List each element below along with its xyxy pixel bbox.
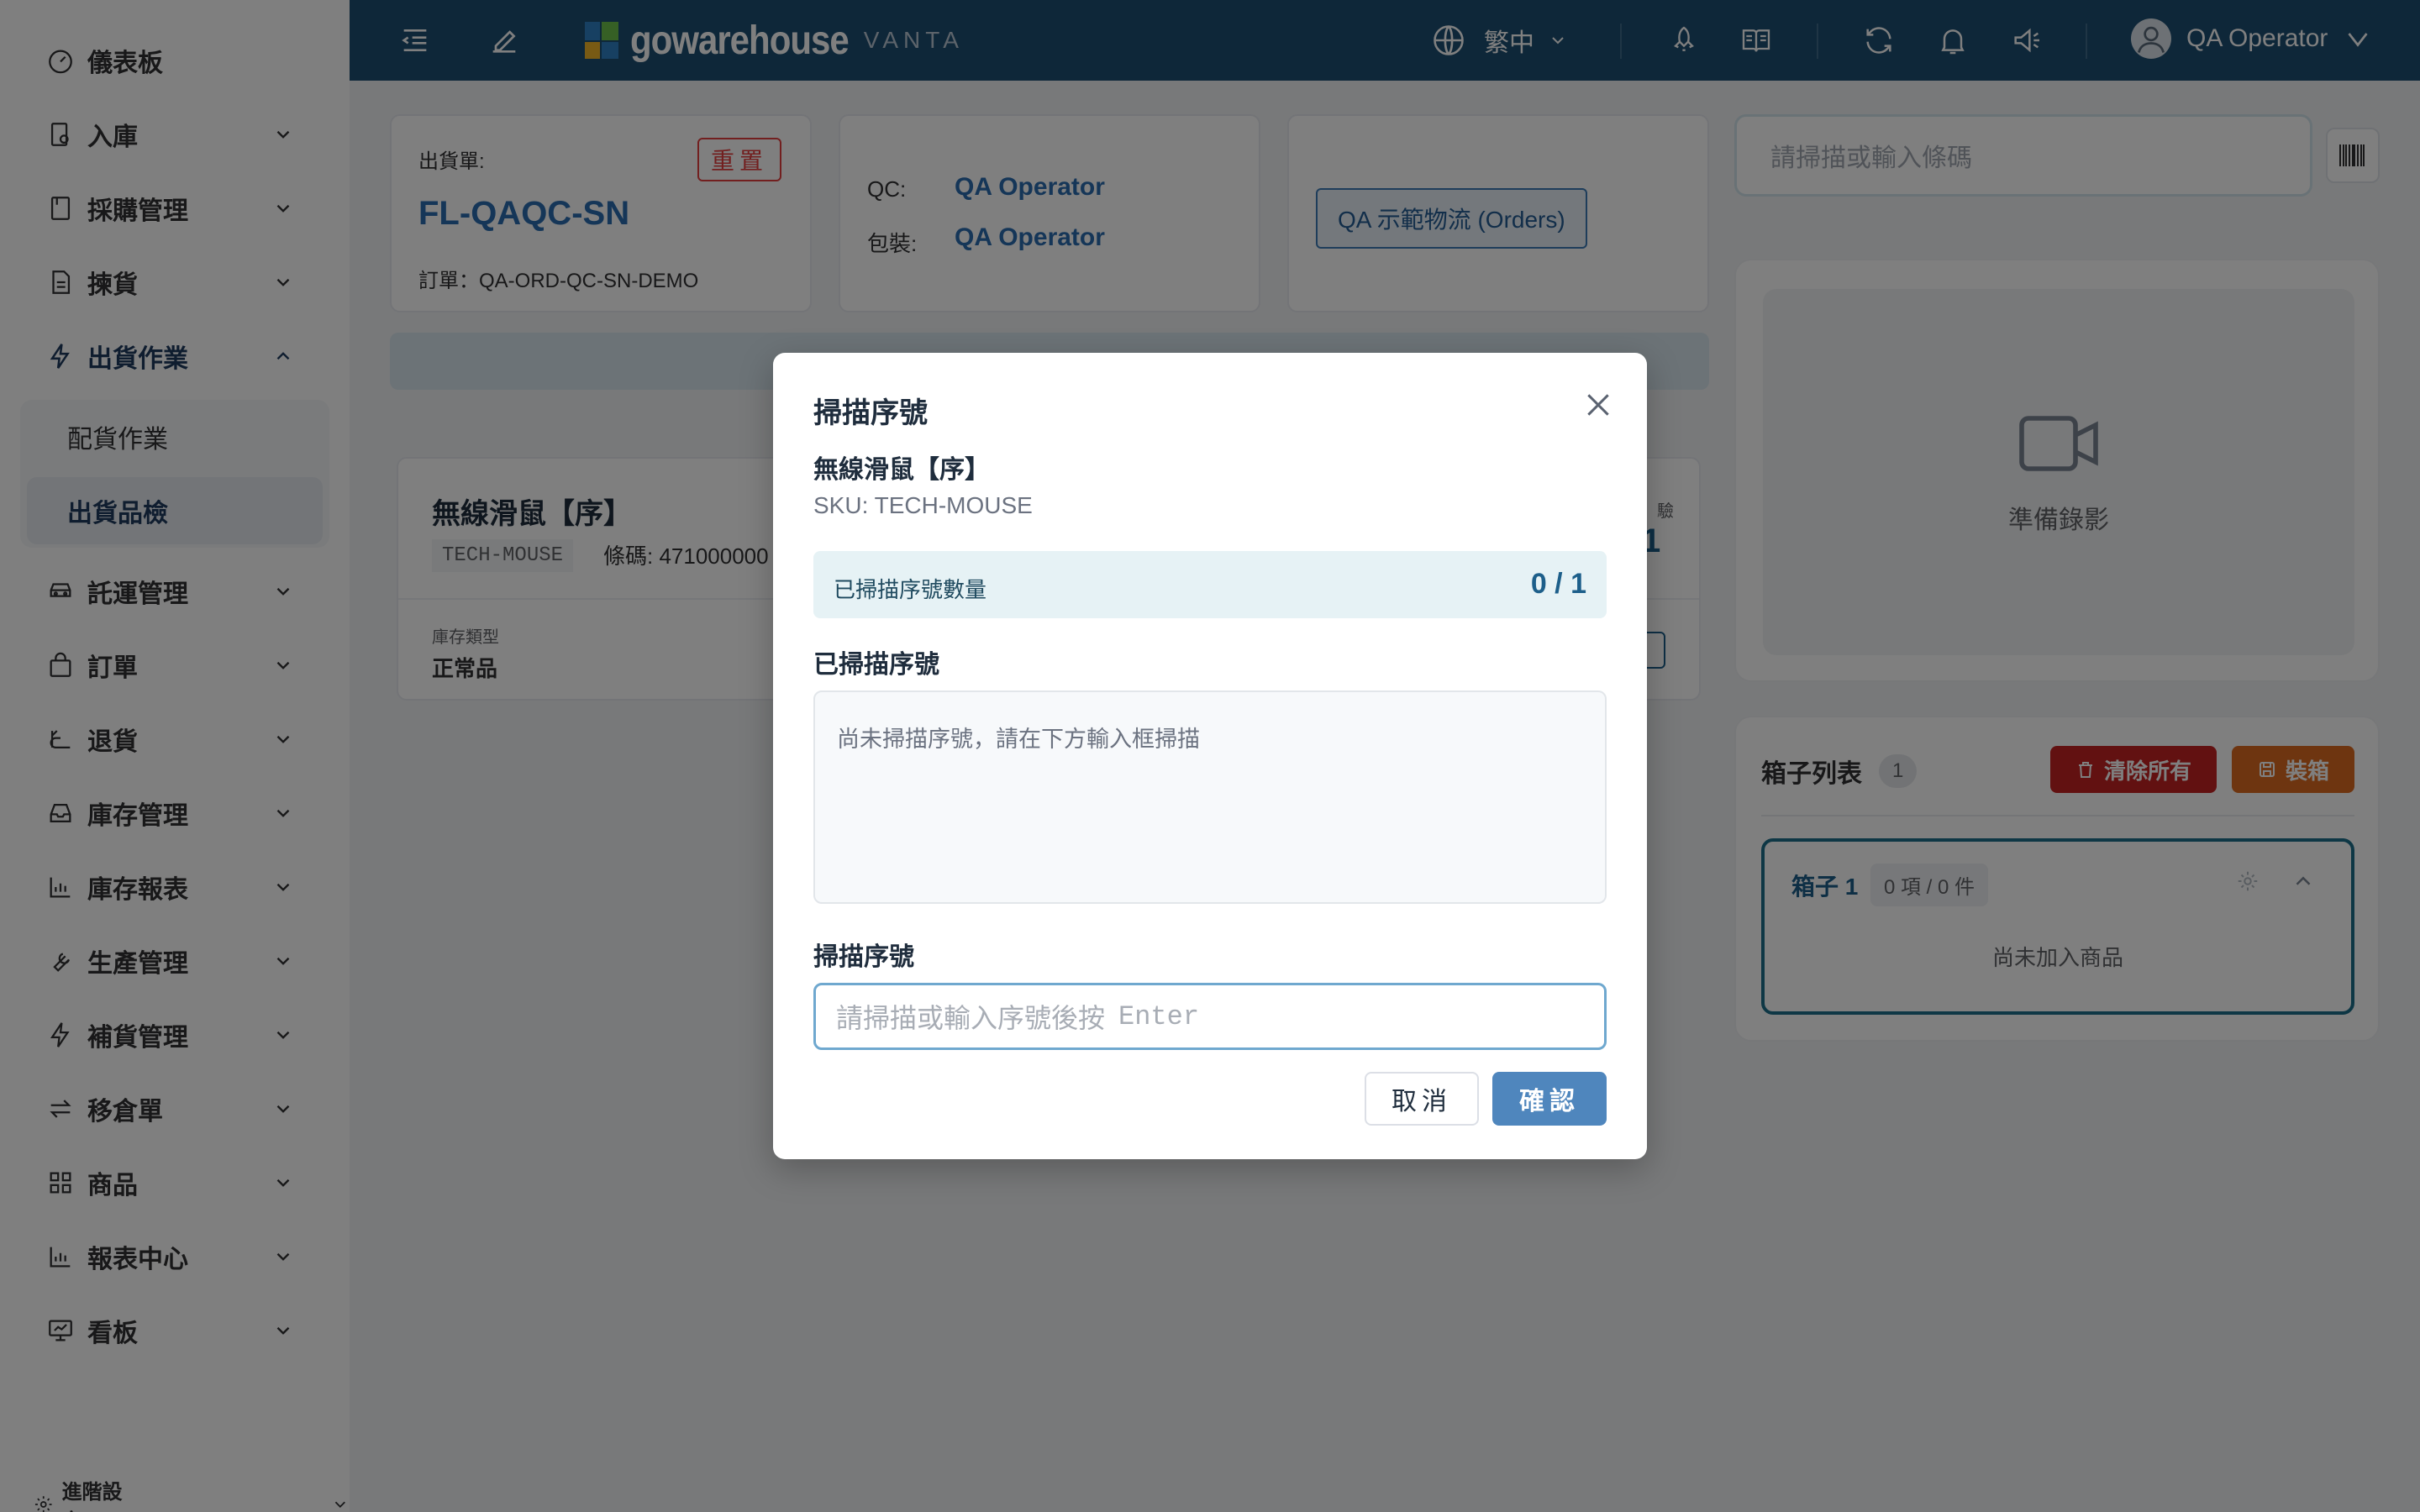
scanned-serials-empty: 尚未掃描序號，請在下方輸入框掃描 [837, 727, 1200, 752]
scanned-count-value: 0 / 1 [1530, 568, 1586, 600]
serial-scan-dialog: 掃描序號 無線滑鼠【序】 SKU: TECH-MOUSE 已掃描序號數量 0 /… [773, 353, 1647, 1159]
confirm-button[interactable]: 確認 [1492, 1072, 1607, 1126]
scanned-count-label: 已掃描序號數量 [834, 577, 987, 602]
serial-input[interactable]: 請掃描或輸入序號後按 Enter [813, 983, 1607, 1050]
serial-input-placeholder: 請掃描或輸入序號後按 [836, 1003, 1106, 1033]
scanned-serials-list: 尚未掃描序號，請在下方輸入框掃描 [813, 690, 1607, 904]
serial-input-placeholder-key: Enter [1118, 1000, 1200, 1032]
scanned-serials-title: 已掃描序號 [813, 651, 939, 679]
scanned-count-bar: 已掃描序號數量 0 / 1 [813, 551, 1607, 618]
cancel-button[interactable]: 取消 [1365, 1072, 1479, 1126]
serial-input-title: 掃描序號 [813, 943, 914, 971]
dialog-sku: SKU: TECH-MOUSE [813, 492, 1033, 518]
close-icon[interactable] [1581, 388, 1615, 422]
dialog-title: 掃描序號 [813, 397, 928, 429]
dialog-product-name: 無線滑鼠【序】 [813, 456, 990, 484]
